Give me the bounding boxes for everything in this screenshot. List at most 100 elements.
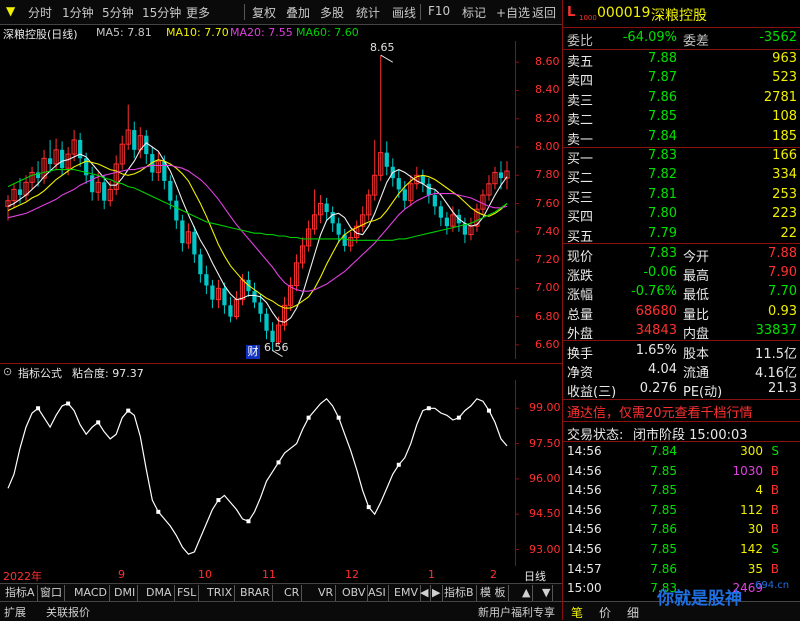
toolbar-button[interactable]: 画线 xyxy=(392,4,416,21)
toolbar-button[interactable]: F10 xyxy=(428,4,450,18)
candle xyxy=(318,195,324,224)
tick-price: 7.85 xyxy=(650,502,677,517)
book-row[interactable]: 卖四 7.87 523 xyxy=(563,69,800,90)
detail-view-button[interactable]: 细 xyxy=(627,604,639,621)
stat-label: 净资 xyxy=(567,366,594,382)
tick-side: S xyxy=(771,542,779,556)
book-row[interactable]: 买二 7.82 334 xyxy=(563,166,800,186)
related-quotes-button[interactable]: 关联报价 xyxy=(46,604,90,620)
book-level-label: 卖四 xyxy=(567,74,594,90)
candle xyxy=(444,212,449,235)
price-view-button[interactable]: 价 xyxy=(599,604,611,621)
stat-value: 1.65% xyxy=(635,343,677,358)
indicator-tab[interactable]: BRAR xyxy=(238,585,273,601)
indicator-tab[interactable]: FSL xyxy=(175,585,200,601)
indicator-tab[interactable]: 窗口 xyxy=(38,585,65,601)
stat-row: 现价 7.83 今开 7.88 xyxy=(563,245,800,265)
book-row[interactable]: 买三 7.81 253 xyxy=(563,186,800,206)
indicator-dropdown-icon[interactable]: ⊙ xyxy=(3,365,12,378)
indicator-chart[interactable] xyxy=(0,380,562,566)
candle xyxy=(90,166,95,201)
indicator-tick-label: 96.00 xyxy=(529,471,561,485)
new-user-promo-link[interactable]: 新用户福利专享 xyxy=(478,604,555,620)
book-row[interactable]: 卖一 7.84 185 xyxy=(563,128,800,148)
low-annotation: 6.56 xyxy=(264,341,289,354)
toolbar-button[interactable]: 更多 xyxy=(186,4,210,21)
tab-scroll-right-icon[interactable]: ▶ xyxy=(430,585,444,601)
book-row[interactable]: 买五 7.79 22 xyxy=(563,225,800,245)
indicator-tab[interactable]: ASI xyxy=(366,585,389,601)
indicator-tab[interactable]: MACD xyxy=(72,585,110,601)
indicator-tab[interactable]: DMA xyxy=(144,585,175,601)
indicator-tick-label: 94.50 xyxy=(529,507,561,521)
toolbar-button[interactable]: 5分钟 xyxy=(102,4,134,21)
candle xyxy=(233,291,240,320)
date-label: 2 xyxy=(490,568,497,581)
stat-label: PE(动) xyxy=(683,385,723,401)
indicator-name[interactable]: 指标公式 xyxy=(18,365,62,381)
toolbar-button[interactable]: +自选 xyxy=(496,4,530,21)
tick-time: 14:56 xyxy=(567,542,602,556)
candle xyxy=(29,166,35,190)
stock-code: 000019 xyxy=(597,5,651,21)
book-row[interactable]: 买四 7.80 223 xyxy=(563,205,800,225)
indicator-marker xyxy=(96,420,101,425)
tick-view-button[interactable]: 笔 xyxy=(571,604,583,621)
expand-button[interactable]: 扩展 xyxy=(4,604,26,620)
toolbar-button[interactable]: 标记 xyxy=(462,4,486,21)
date-label: 9 xyxy=(118,568,125,581)
indicator-marker xyxy=(246,519,251,524)
indicator-tab[interactable]: DMI xyxy=(112,585,139,601)
book-price: 7.79 xyxy=(648,225,677,241)
toolbar-button[interactable]: 多股 xyxy=(320,4,344,21)
finance-event-icon[interactable]: 财 xyxy=(246,345,260,359)
candle xyxy=(198,248,203,283)
indicator-tab[interactable]: 指标A xyxy=(3,585,38,601)
toolbar-button[interactable]: 分时 xyxy=(28,4,52,21)
indicator-tab[interactable]: CR xyxy=(282,585,303,601)
quote-header: L 1000 000019 深粮控股 xyxy=(563,3,800,25)
tick-price: 7.85 xyxy=(650,463,677,478)
stat-row: 净资 4.04 流通 4.16亿 xyxy=(563,361,800,382)
candle xyxy=(420,169,425,193)
book-row[interactable]: 卖二 7.85 108 xyxy=(563,108,800,128)
candle xyxy=(215,279,222,309)
indicator-tab[interactable]: OBV xyxy=(340,585,369,601)
ma-line-ma10 xyxy=(7,159,508,309)
indicator-tick-label: 93.00 xyxy=(529,542,561,556)
period-label[interactable]: 日线 xyxy=(524,568,546,584)
book-row[interactable]: 卖三 7.86 2781 xyxy=(563,89,800,109)
candle xyxy=(60,141,65,176)
stat-label: 总量 xyxy=(567,307,594,323)
toolbar-left-icon[interactable]: ▼ xyxy=(6,4,15,18)
tab-up-icon[interactable]: ▲ xyxy=(520,585,534,601)
stat-label: 涨跌 xyxy=(567,269,594,285)
toolbar-button[interactable]: 返回 xyxy=(532,4,556,21)
tick-time: 14:56 xyxy=(567,463,602,478)
kline-chart[interactable] xyxy=(0,41,562,359)
promo-row[interactable]: 通达信，仅需20元查看千档行情 xyxy=(563,401,800,421)
indicator-tab[interactable]: VR xyxy=(316,585,337,601)
candle xyxy=(426,178,431,204)
indicator-marker xyxy=(396,462,401,467)
stat-value: 4.16亿 xyxy=(755,366,797,382)
book-level-label: 买五 xyxy=(567,229,594,245)
price-tick-label: 7.60 xyxy=(535,196,560,210)
book-row[interactable]: 卖五 7.88 963 xyxy=(563,50,800,70)
indicator-tab[interactable]: TRIX xyxy=(205,585,236,601)
logo-sub: 1000 xyxy=(579,14,597,22)
toolbar-button[interactable]: 1分钟 xyxy=(62,4,94,21)
indicator-tab[interactable]: 指标B xyxy=(442,585,477,601)
toolbar-button[interactable]: 15分钟 xyxy=(142,4,181,21)
logo-icon: L xyxy=(567,5,576,20)
stat-label: 涨幅 xyxy=(567,288,594,304)
book-row[interactable]: 买一 7.83 166 xyxy=(563,147,800,167)
stat-label: 量比 xyxy=(683,307,710,323)
indicator-tab[interactable]: 模 板 xyxy=(478,585,509,601)
toolbar-button[interactable]: 统计 xyxy=(356,4,380,21)
promo-text[interactable]: 通达信，仅需20元查看千档行情 xyxy=(567,402,753,421)
tab-down-icon[interactable]: ▼ xyxy=(540,585,554,601)
toolbar-button[interactable]: 复权 xyxy=(252,4,276,21)
indicator-tab[interactable]: EMV xyxy=(392,585,421,601)
toolbar-button[interactable]: 叠加 xyxy=(286,4,310,21)
